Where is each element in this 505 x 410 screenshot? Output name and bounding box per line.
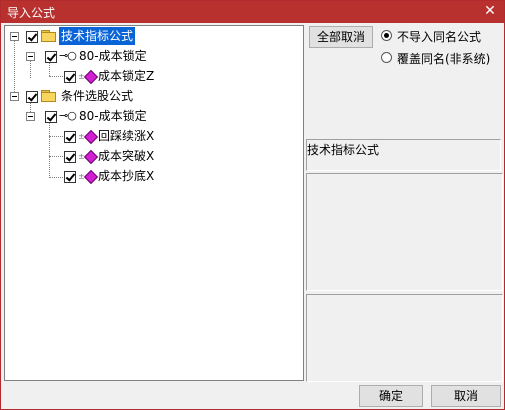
tree-node-cost-lock[interactable]: ⊸○ 80-成本锁定 bbox=[5, 47, 205, 65]
close-icon[interactable]: ✕ bbox=[482, 2, 498, 20]
checkbox-checked-icon[interactable] bbox=[26, 31, 38, 43]
tree-node-label[interactable]: 回踩续涨X bbox=[98, 127, 154, 145]
info-title: 技术指标公式 bbox=[307, 143, 380, 157]
radio-unselected-icon[interactable] bbox=[381, 52, 392, 63]
tree-node-condition-formulas[interactable]: 条件选股公式 bbox=[5, 87, 205, 105]
checkbox-checked-icon[interactable] bbox=[64, 71, 76, 83]
tree-node-label[interactable]: 80-成本锁定 bbox=[79, 107, 147, 125]
tree-node-cost-bottom[interactable]: ± 成本抄底X bbox=[5, 167, 205, 185]
key-icon: ⊸○ bbox=[59, 109, 77, 122]
checkbox-checked-icon[interactable] bbox=[45, 51, 57, 63]
import-formula-dialog: 导入公式 ✕ 技术指标公式 ⊸○ 80-成本锁定 ± 成本锁定Z 条件选股公式 … bbox=[0, 0, 505, 410]
deselect-all-button[interactable]: 全部取消 bbox=[309, 26, 373, 48]
tree-node-pullback-rise[interactable]: ± 回踩续涨X bbox=[5, 127, 205, 145]
tree-node-cost-lock[interactable]: ⊸○ 80-成本锁定 bbox=[5, 107, 205, 125]
ok-button[interactable]: 确定 bbox=[359, 385, 423, 407]
cancel-button[interactable]: 取消 bbox=[431, 385, 501, 407]
formula-detail-panel bbox=[306, 294, 503, 382]
folder-icon bbox=[41, 30, 57, 42]
formula-description-panel bbox=[306, 173, 503, 291]
radio-label[interactable]: 覆盖同名(非系统) bbox=[397, 50, 490, 67]
tree-node-label[interactable]: 成本锁定Z bbox=[98, 67, 154, 85]
formula-gem-icon bbox=[83, 69, 99, 85]
collapse-icon[interactable] bbox=[10, 32, 19, 41]
folder-icon bbox=[41, 90, 57, 102]
tree-node-cost-lock-z[interactable]: ± 成本锁定Z bbox=[5, 67, 205, 85]
title-bar: 导入公式 ✕ bbox=[1, 1, 504, 23]
tree-node-cost-breakout[interactable]: ± 成本突破X bbox=[5, 147, 205, 165]
formula-tree[interactable]: 技术指标公式 ⊸○ 80-成本锁定 ± 成本锁定Z 条件选股公式 ⊸○ 80-成… bbox=[4, 25, 304, 381]
formula-gem-icon bbox=[83, 169, 99, 185]
tree-node-label[interactable]: 成本抄底X bbox=[98, 167, 154, 185]
checkbox-checked-icon[interactable] bbox=[64, 131, 76, 143]
key-icon: ⊸○ bbox=[59, 49, 77, 62]
window-title: 导入公式 bbox=[7, 6, 56, 20]
tree-node-label[interactable]: 条件选股公式 bbox=[61, 87, 133, 105]
checkbox-checked-icon[interactable] bbox=[45, 111, 57, 123]
checkbox-checked-icon[interactable] bbox=[64, 171, 76, 183]
tree-node-indicator-formulas[interactable]: 技术指标公式 bbox=[5, 27, 205, 45]
formula-gem-icon bbox=[83, 129, 99, 145]
tree-node-label[interactable]: 技术指标公式 bbox=[59, 27, 136, 45]
radio-selected-icon[interactable] bbox=[381, 30, 392, 41]
tree-node-label[interactable]: 80-成本锁定 bbox=[79, 47, 147, 65]
tree-node-label[interactable]: 成本突破X bbox=[98, 147, 154, 165]
formula-gem-icon bbox=[83, 149, 99, 165]
collapse-icon[interactable] bbox=[26, 112, 35, 121]
collapse-icon[interactable] bbox=[10, 92, 19, 101]
checkbox-checked-icon[interactable] bbox=[26, 91, 38, 103]
checkbox-checked-icon[interactable] bbox=[64, 151, 76, 163]
radio-label[interactable]: 不导入同名公式 bbox=[397, 28, 481, 45]
collapse-icon[interactable] bbox=[26, 52, 35, 61]
